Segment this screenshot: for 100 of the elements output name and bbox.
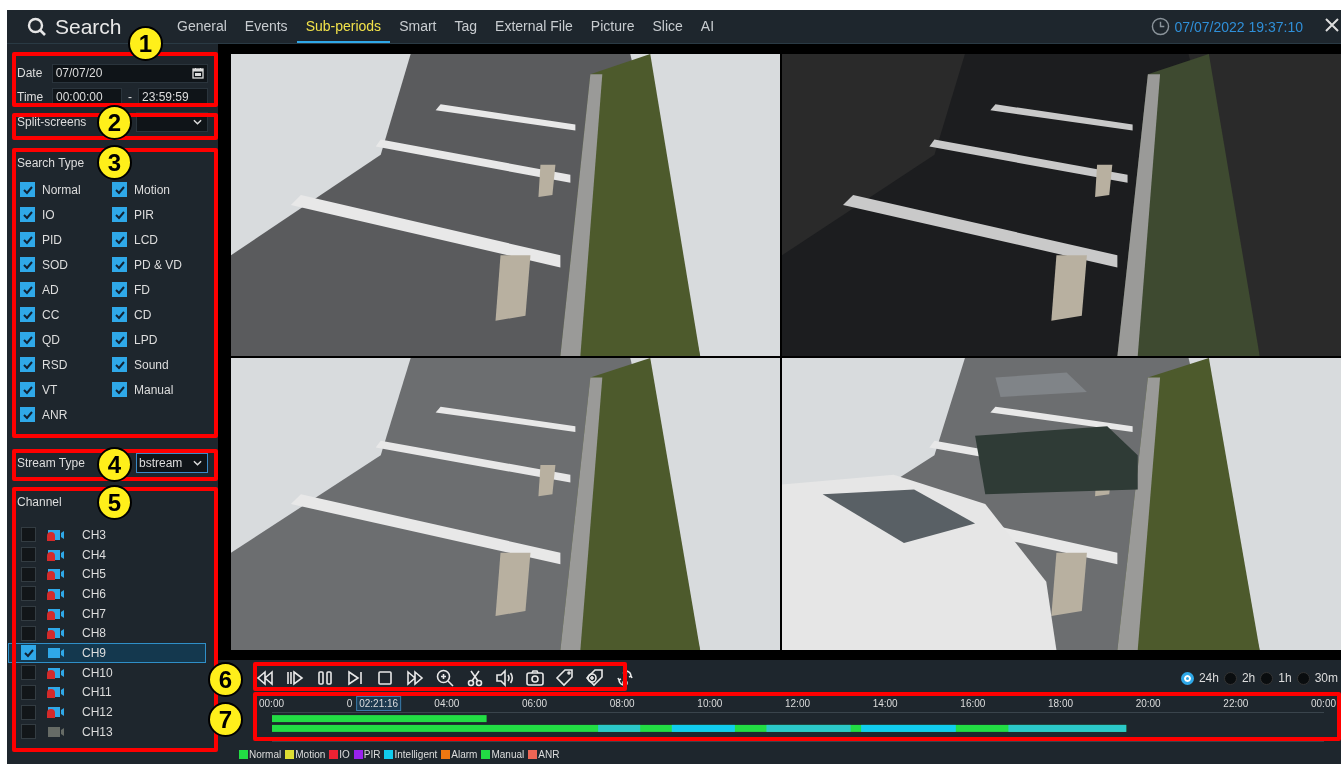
checkbox-label: PD & VD <box>134 257 182 272</box>
checkbox-label: Manual <box>134 382 174 397</box>
checkbox[interactable] <box>21 665 36 681</box>
checkbox[interactable] <box>21 606 36 622</box>
channel-item[interactable]: CH4 <box>8 544 206 565</box>
checkbox[interactable] <box>20 232 35 247</box>
checkbox-label: Normal <box>42 182 81 197</box>
checkbox[interactable] <box>20 357 35 372</box>
checkbox-label: AD <box>42 282 59 297</box>
checkbox[interactable] <box>21 586 36 602</box>
legend-label: Motion <box>295 749 326 760</box>
nav-tab[interactable]: General <box>168 10 236 43</box>
radio-button[interactable] <box>1296 671 1310 685</box>
radio-button[interactable] <box>1180 671 1194 685</box>
camera-alarm-icon <box>46 607 66 620</box>
nav-tab[interactable]: AI <box>691 10 724 43</box>
time-label: 20:00 <box>1135 698 1161 709</box>
time-label: 0 <box>346 698 353 709</box>
field-label: Stream Type <box>17 456 86 470</box>
checkbox[interactable] <box>20 282 35 297</box>
time-label: 16:00 <box>960 698 986 709</box>
legend-label: Intelligent <box>394 749 438 760</box>
channel-item[interactable]: CH8 <box>8 623 206 644</box>
checkbox[interactable] <box>112 257 127 272</box>
checkbox[interactable] <box>112 307 127 322</box>
checkbox[interactable] <box>21 547 36 563</box>
channel-item[interactable]: CH7 <box>8 603 206 624</box>
time-label: 18:00 <box>1048 698 1074 709</box>
camera-alarm-icon <box>46 666 66 679</box>
radio-button[interactable] <box>1260 671 1274 685</box>
checkbox[interactable] <box>21 704 36 720</box>
checkbox-label: CD <box>134 307 152 322</box>
checkbox[interactable] <box>21 724 36 740</box>
checkbox[interactable] <box>112 357 127 372</box>
channel-item[interactable]: CH11 <box>8 682 206 703</box>
nav-tab[interactable]: Picture <box>581 10 644 43</box>
playhead-time[interactable]: 02:21:16 <box>356 696 402 711</box>
checkbox[interactable] <box>20 257 35 272</box>
camera-icon <box>46 725 66 738</box>
search-icon <box>27 16 47 37</box>
checkbox[interactable] <box>20 182 35 197</box>
clock-icon <box>1150 17 1170 36</box>
nav-tab[interactable]: Sub-periods <box>296 10 391 43</box>
checkbox[interactable] <box>112 332 127 347</box>
channel-item[interactable]: CH9 <box>8 643 206 663</box>
checkbox[interactable] <box>112 282 127 297</box>
checkbox-label: Sound <box>134 357 169 372</box>
camera-icon <box>46 646 66 659</box>
channel-item[interactable]: CH10 <box>8 662 206 683</box>
checkbox[interactable] <box>112 207 127 222</box>
range-option[interactable]: 24h <box>1180 671 1219 685</box>
calendar-icon <box>192 67 204 79</box>
radio-button[interactable] <box>1223 671 1237 685</box>
close-icon <box>1325 18 1339 32</box>
time-label: 10:00 <box>697 698 723 709</box>
checkbox-label: VT <box>42 382 58 397</box>
checkbox-label: IO <box>42 207 55 222</box>
checkbox-label: PIR <box>134 207 154 222</box>
legend-label: Normal <box>249 749 282 760</box>
checkbox[interactable] <box>20 332 35 347</box>
checkbox[interactable] <box>112 382 127 397</box>
chevron-down-icon <box>193 460 202 466</box>
checkbox[interactable] <box>20 307 35 322</box>
nav-tab[interactable]: Tag <box>445 10 487 43</box>
channel-item[interactable]: CH3 <box>8 525 206 545</box>
checkbox[interactable] <box>21 645 36 661</box>
checkbox[interactable] <box>112 182 127 197</box>
checkbox[interactable] <box>20 207 35 222</box>
checkbox-label: LCD <box>134 232 158 247</box>
nav-tab[interactable]: External File <box>486 10 582 43</box>
camera-alarm-icon <box>46 587 66 600</box>
field-label: Split-screens <box>17 115 88 129</box>
checkbox[interactable] <box>20 382 35 397</box>
nav-tab[interactable]: Smart <box>390 10 446 43</box>
date-time: 07/07/2022 19:37:10 <box>1174 18 1303 35</box>
checkbox[interactable] <box>112 232 127 247</box>
checkbox-label: ANR <box>42 407 68 422</box>
checkbox[interactable] <box>20 407 35 422</box>
checkbox-label: QD <box>42 332 60 347</box>
channel-item[interactable]: CH12 <box>8 702 206 722</box>
time-label: 04:00 <box>434 698 460 709</box>
checkbox-label: RSD <box>42 357 68 372</box>
nav-tab[interactable]: Slice <box>643 10 692 43</box>
range-option[interactable]: 2h <box>1223 671 1256 685</box>
range-option[interactable]: 1h <box>1260 671 1292 685</box>
time-label: 14:00 <box>872 698 898 709</box>
checkbox[interactable] <box>21 625 36 641</box>
checkbox[interactable] <box>21 684 36 700</box>
stream-type-dropdown[interactable]: bstream <box>136 453 208 473</box>
nav-tab[interactable]: Events <box>235 10 297 43</box>
date-field[interactable]: 07/07/20 <box>51 63 208 83</box>
range-option[interactable]: 30m <box>1296 671 1338 685</box>
channel-item[interactable]: CH6 <box>8 584 206 604</box>
checkbox[interactable] <box>21 566 36 582</box>
checkbox-label: Motion <box>134 182 171 197</box>
channel-item[interactable]: CH13 <box>8 721 206 742</box>
channel-item[interactable]: CH5 <box>8 564 206 585</box>
checkbox-label: LPD <box>134 332 158 347</box>
time-label: 00:00 <box>1311 698 1337 709</box>
checkbox[interactable] <box>21 527 36 543</box>
